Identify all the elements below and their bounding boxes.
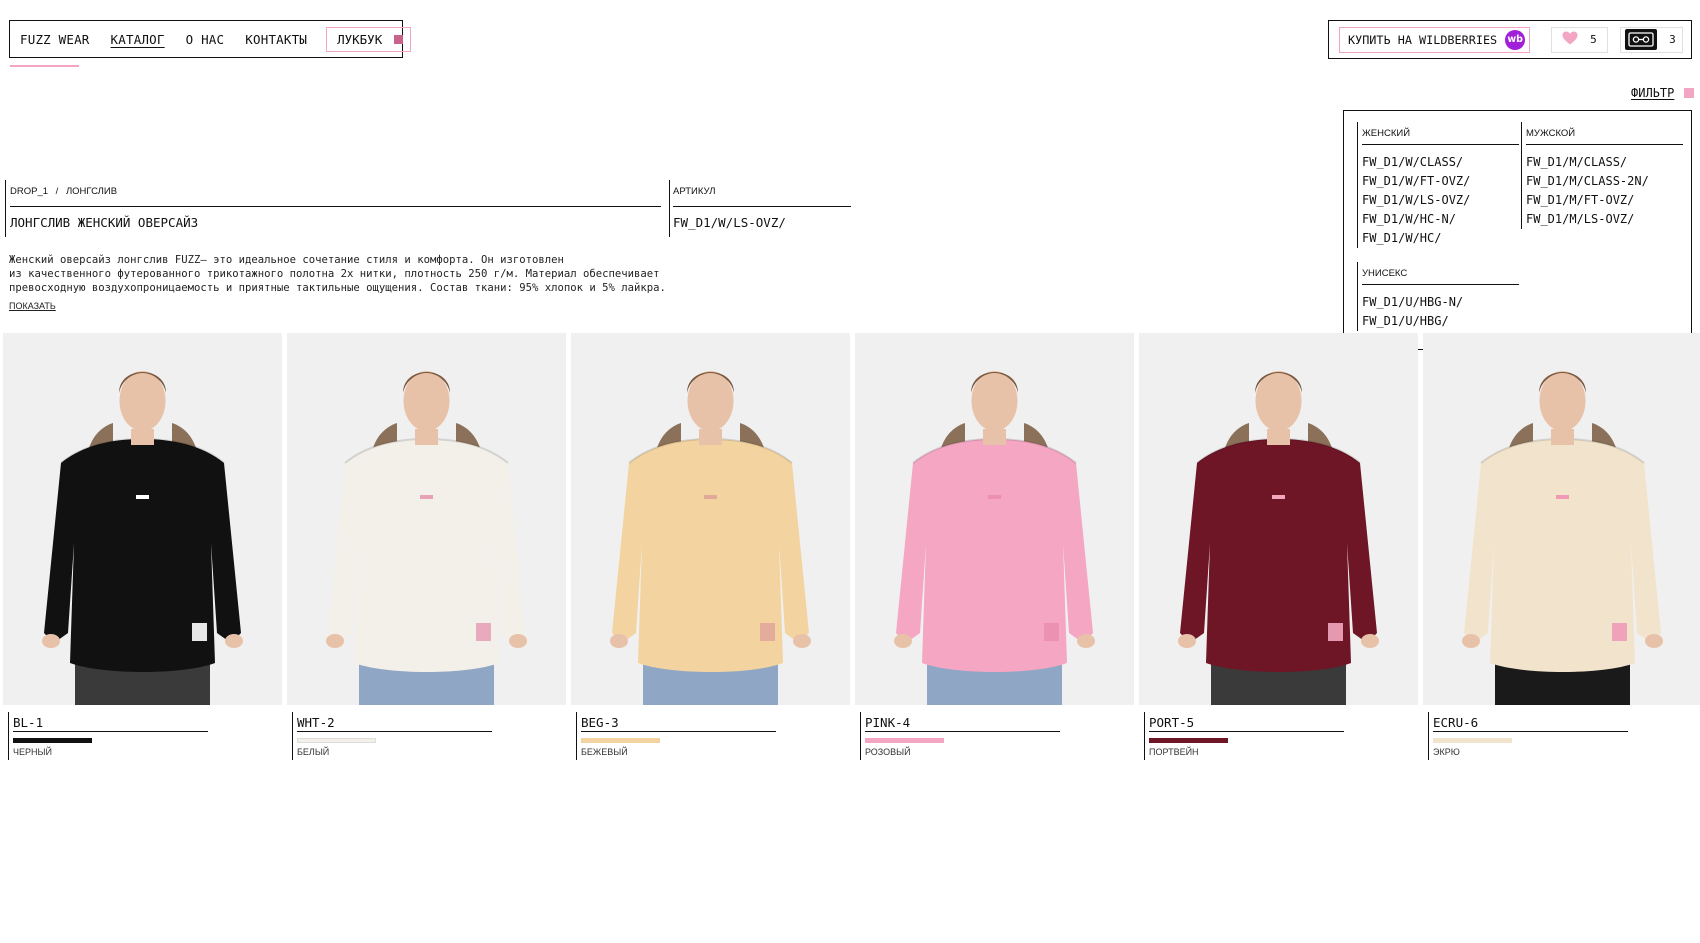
variant-info: BL-1 ЧЕРНЫЙ [8,712,208,760]
color-swatch [581,738,660,743]
page-title: ЛОНГСЛИВ ЖЕНСКИЙ ОВЕРСАЙЗ [10,215,199,230]
variant-info: ECRU-6 ЭКРЮ [1428,712,1628,760]
filter-group-title: УНИСЕКС [1362,262,1519,285]
color-name: ЧЕРНЫЙ [13,747,52,757]
filter-label: ФИЛЬТР [1631,86,1675,100]
color-name: БЕЖЕВЫЙ [581,747,628,757]
filter-dropdown: ЖЕНСКИЙ FW_D1/W/CLASS/ FW_D1/W/FT-OVZ/ F… [1343,110,1692,350]
filter-group-unisex: УНИСЕКС FW_D1/U/HBG-N/ FW_D1/U/HBG/ [1357,262,1519,331]
filter-option[interactable]: FW_D1/M/CLASS/ [1526,153,1683,172]
lookbook-label: ЛУКБУК [337,31,383,47]
model-photo [571,333,850,705]
cart-icon [1625,29,1658,50]
breadcrumb-separator: / [55,186,59,197]
variant-info: PORT-5 ПОРТВЕЙН [1144,712,1344,760]
color-name: БЕЛЫЙ [297,747,330,757]
breadcrumb: DROP_1 / ЛОНГСЛИВ [10,180,661,207]
brand-logo-link[interactable]: FUZZ WEAR [20,32,90,47]
filter-option[interactable]: FW_D1/U/HBG-N/ [1362,293,1519,312]
filter-option[interactable]: FW_D1/M/FT-OVZ/ [1526,191,1683,210]
product-card[interactable]: WHT-2 БЕЛЫЙ [287,333,566,760]
product-card[interactable]: PORT-5 ПОРТВЕЙН [1139,333,1418,760]
variant-info: PINK-4 РОЗОВЫЙ [860,712,1060,760]
show-more-link[interactable]: ПОКАЗАТЬ [9,301,56,311]
filter-toggle-button[interactable]: ФИЛЬТР [1631,86,1695,100]
model-photo [287,333,566,705]
filter-option[interactable]: FW_D1/U/HBG/ [1362,312,1519,331]
filter-option[interactable]: FW_D1/M/CLASS-2N/ [1526,172,1683,191]
color-swatch [1433,738,1512,743]
product-description: Женский оверсайз лонгслив FUZZ— это идеа… [9,253,689,295]
filter-option[interactable]: FW_D1/W/HC-N/ [1362,210,1519,229]
product-image[interactable] [3,333,282,705]
filter-option[interactable]: FW_D1/M/LS-OVZ/ [1526,210,1683,229]
filter-group-men: МУЖСКОЙ FW_D1/M/CLASS/ FW_D1/M/CLASS-2N/… [1521,122,1683,229]
breadcrumb-drop[interactable]: DROP_1 [10,186,48,197]
model-photo [1139,333,1418,705]
color-name: ЭКРЮ [1433,747,1460,757]
nav-item-about[interactable]: О НАС [186,32,225,47]
color-swatch [865,738,944,743]
lookbook-button[interactable]: ЛУКБУК [326,26,412,52]
product-image[interactable] [287,333,566,705]
square-icon [1684,88,1695,98]
wildberries-logo-icon: wb [1505,29,1526,50]
color-swatch [1149,738,1228,743]
variant-info: BEG-3 БЕЖЕВЫЙ [576,712,776,760]
filter-option[interactable]: FW_D1/W/CLASS/ [1362,153,1519,172]
filter-option[interactable]: FW_D1/W/FT-OVZ/ [1362,172,1519,191]
description-line: Женский оверсайз лонгслив FUZZ— это идеа… [9,254,564,266]
filter-group-title: МУЖСКОЙ [1526,122,1683,145]
model-photo [3,333,282,705]
description-line: из качественного футерованного трикотажн… [9,268,660,280]
color-name: ПОРТВЕЙН [1149,747,1199,757]
product-card[interactable]: ECRU-6 ЭКРЮ [1423,333,1700,760]
sku-block: АРТИКУЛ FW_D1/W/LS-OVZ/ [669,180,851,237]
buy-on-wildberries-button[interactable]: КУПИТЬ НА WILDBERRIES wb [1339,26,1531,53]
product-card[interactable]: BL-1 ЧЕРНЫЙ [3,333,282,760]
model-photo [1423,333,1700,705]
variant-code: BEG-3 [581,712,776,732]
variant-code: ECRU-6 [1433,712,1628,732]
header-actions: КУПИТЬ НА WILDBERRIES wb 5 3 [1328,20,1692,59]
cart-button[interactable]: 3 [1620,26,1684,53]
cart-count: 3 [1669,33,1676,46]
filter-option[interactable]: FW_D1/W/LS-OVZ/ [1362,191,1519,210]
product-header: DROP_1 / ЛОНГСЛИВ ЛОНГСЛИВ ЖЕНСКИЙ ОВЕРС… [5,180,661,237]
color-swatch [297,738,376,743]
product-image[interactable] [1139,333,1418,705]
product-image[interactable] [571,333,850,705]
description-line: превосходную воздухопроницаемость и прия… [9,282,666,294]
variant-info: WHT-2 БЕЛЫЙ [292,712,492,760]
favorites-button[interactable]: 5 [1551,26,1609,53]
color-name: РОЗОВЫЙ [865,747,911,757]
wildberries-label: КУПИТЬ НА WILDBERRIES [1348,32,1498,47]
active-nav-indicator [10,65,79,67]
square-icon [394,34,404,44]
model-photo [855,333,1134,705]
product-card[interactable]: BEG-3 БЕЖЕВЫЙ [571,333,850,760]
filter-group-title: ЖЕНСКИЙ [1362,122,1519,145]
variant-code: PINK-4 [865,712,1060,732]
variant-code: BL-1 [13,712,208,732]
nav-item-contacts[interactable]: КОНТАКТЫ [245,32,307,47]
product-image[interactable] [1423,333,1700,705]
breadcrumb-category[interactable]: ЛОНГСЛИВ [66,186,117,197]
variant-code: PORT-5 [1149,712,1344,732]
favorites-count: 5 [1590,33,1597,46]
product-image[interactable] [855,333,1134,705]
color-swatch [13,738,92,743]
heart-icon [1562,30,1578,49]
filter-group-women: ЖЕНСКИЙ FW_D1/W/CLASS/ FW_D1/W/FT-OVZ/ F… [1357,122,1519,248]
filter-option[interactable]: FW_D1/W/HC/ [1362,229,1519,248]
sku-label: АРТИКУЛ [673,180,851,207]
sku-value: FW_D1/W/LS-OVZ/ [673,215,786,230]
variant-code: WHT-2 [297,712,492,732]
main-nav: FUZZ WEAR КАТАЛОГ О НАС КОНТАКТЫ ЛУКБУК [9,20,412,58]
nav-item-catalog[interactable]: КАТАЛОГ [111,32,165,47]
product-card[interactable]: PINK-4 РОЗОВЫЙ [855,333,1134,760]
